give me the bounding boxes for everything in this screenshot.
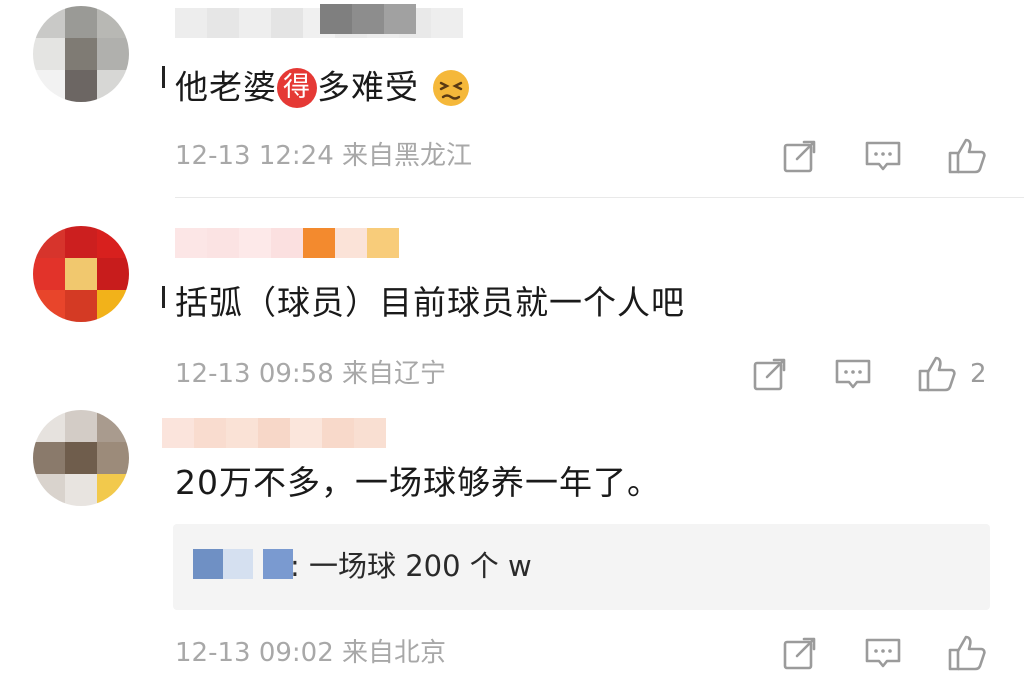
share-icon[interactable]	[780, 633, 820, 673]
thumbs-up-icon[interactable]	[917, 354, 957, 394]
comment-text-part: 他老婆	[175, 67, 277, 107]
comment-meta: 12-13 09:02 来自北京	[175, 638, 447, 668]
avatar[interactable]	[33, 410, 129, 506]
username-blurred[interactable]	[162, 418, 386, 448]
comment-meta: 12-13 12:24 来自黑龙江	[175, 141, 473, 171]
share-icon[interactable]	[750, 354, 790, 394]
reply-username-blurred[interactable]	[193, 549, 293, 579]
comment-icon[interactable]	[863, 633, 903, 673]
comment-text: 他老婆得多难受	[175, 66, 471, 108]
share-icon[interactable]	[780, 136, 820, 176]
divider	[175, 197, 1024, 198]
reply-text: : 一场球 200 个 w	[290, 549, 532, 583]
text-caret	[162, 286, 165, 308]
avatar[interactable]	[33, 226, 129, 322]
thumbs-up-icon[interactable]	[947, 136, 987, 176]
de-badge: 得	[277, 67, 317, 108]
username-blurred[interactable]	[175, 228, 399, 258]
thumbs-up-icon[interactable]	[947, 633, 987, 673]
username-mosaic-dark	[320, 4, 416, 34]
username-blurred[interactable]	[175, 8, 463, 38]
text-caret	[162, 66, 165, 88]
comment-text: 括弧（球员）目前球员就一个人吧	[175, 283, 685, 322]
persevering-face-emoji	[431, 68, 471, 108]
comment-text-part: 多难受	[317, 67, 419, 107]
comment-icon[interactable]	[863, 136, 903, 176]
comment-text: 20万不多，一场球够养一年了。	[175, 463, 661, 502]
like-count: 2	[970, 359, 987, 389]
comment-icon[interactable]	[833, 354, 873, 394]
comment-meta: 12-13 09:58 来自辽宁	[175, 359, 447, 389]
avatar[interactable]	[33, 6, 129, 102]
